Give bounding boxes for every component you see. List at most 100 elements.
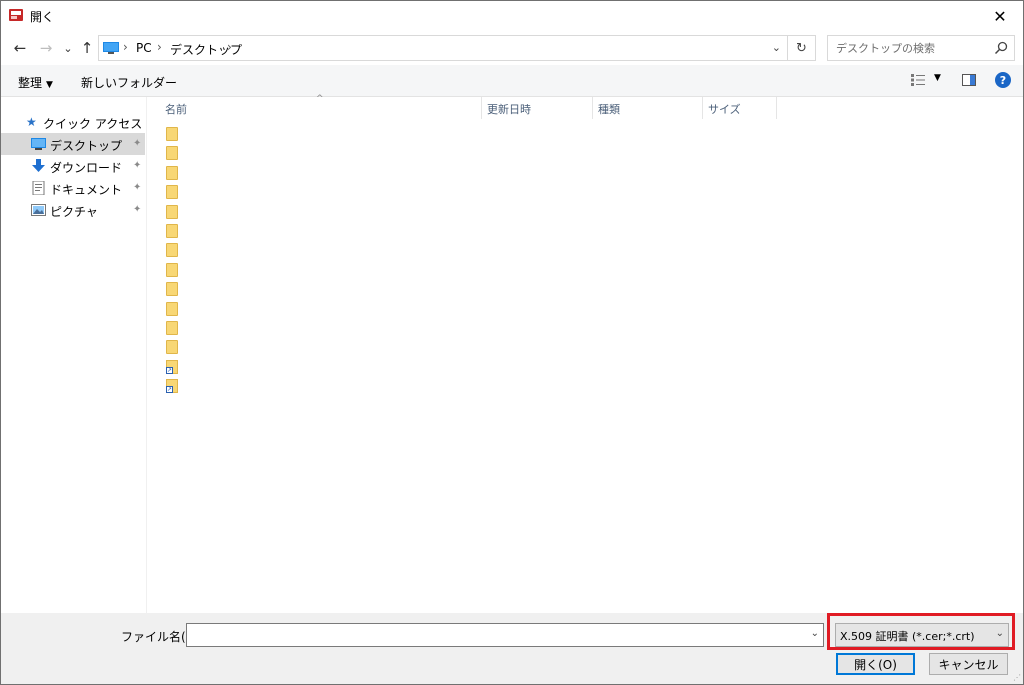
column-header-modified[interactable]: 更新日時 — [487, 97, 592, 119]
organize-menu[interactable]: 整理 ▼ — [18, 74, 53, 91]
arrow-right-icon: → — [39, 39, 53, 57]
list-item[interactable] — [166, 204, 180, 219]
column-header-label: 名前 — [165, 103, 187, 116]
folder-shortcut-icon: ↗ — [166, 379, 178, 394]
desktop-icon — [31, 138, 46, 150]
sidebar-item-quick-access[interactable]: ★ クイック アクセス — [1, 111, 145, 133]
search-icon — [994, 41, 1008, 55]
open-file-dialog: 開く ✕ ← → ⌄ ↑ › PC › デスクトップ › ⌄ ↻ デスクトップの… — [0, 0, 1024, 685]
preview-pane-icon[interactable] — [962, 74, 976, 86]
column-header-label: 種類 — [598, 103, 620, 116]
star-icon: ★ — [26, 115, 37, 129]
sidebar-item-label: クイック アクセス — [43, 117, 143, 131]
list-item[interactable] — [166, 243, 180, 258]
column-divider[interactable] — [776, 97, 777, 119]
column-divider[interactable] — [702, 97, 703, 119]
command-bar: 整理 ▼ 新しいフォルダー ▼ ? — [1, 65, 1023, 97]
column-header-type[interactable]: 種類 — [598, 97, 702, 119]
refresh-icon: ↻ — [796, 40, 807, 56]
back-button[interactable]: ← — [10, 38, 30, 58]
organize-label: 整理 — [18, 76, 43, 90]
up-button[interactable]: ↑ — [77, 38, 97, 58]
folder-icon — [166, 204, 178, 219]
breadcrumb-pc[interactable]: PC — [136, 41, 152, 55]
chevron-down-icon: ⌄ — [63, 41, 73, 55]
folder-icon — [166, 224, 178, 238]
folder-shortcut-icon: ↗ — [166, 359, 178, 374]
navigation-pane: ★ クイック アクセス デスクトップ ✦ ダウンロード ✦ ドキュメント ✦ ピ… — [1, 97, 147, 613]
resize-grip-icon[interactable]: ⋰ — [1013, 673, 1021, 682]
folder-icon — [166, 127, 178, 141]
list-item[interactable] — [166, 301, 180, 316]
document-icon — [32, 181, 45, 195]
highlight-box — [827, 613, 1015, 650]
list-item[interactable]: ↗ — [166, 359, 180, 374]
download-icon — [32, 159, 45, 172]
new-folder-button[interactable]: 新しいフォルダー — [81, 74, 177, 91]
sidebar-item-label: ドキュメント — [50, 183, 123, 197]
list-item[interactable] — [166, 321, 180, 335]
search-box[interactable] — [827, 35, 1015, 61]
address-bar[interactable]: › PC › デスクトップ › ⌄ — [98, 35, 788, 61]
folder-icon — [166, 321, 178, 335]
sidebar-item-desktop[interactable]: デスクトップ ✦ — [1, 133, 145, 155]
breadcrumb-separator: › — [227, 40, 232, 54]
shortcut-arrow-icon: ↗ — [166, 366, 173, 374]
list-item[interactable] — [166, 282, 180, 297]
list-item[interactable] — [166, 127, 180, 141]
sidebar-item-documents[interactable]: ドキュメント ✦ — [1, 177, 145, 199]
column-header-label: 更新日時 — [487, 103, 531, 116]
column-divider[interactable] — [592, 97, 593, 119]
close-button[interactable]: ✕ — [977, 1, 1023, 31]
list-item[interactable]: ↗ — [166, 379, 180, 394]
navigation-row: ← → ⌄ ↑ › PC › デスクトップ › ⌄ ↻ — [1, 31, 1023, 65]
window-title: 開く — [30, 10, 55, 24]
list-item[interactable] — [166, 224, 180, 238]
filename-combobox[interactable]: ⌄ — [186, 623, 824, 647]
dropdown-arrow-icon: ▼ — [46, 80, 53, 90]
column-header-name[interactable]: 名前 — [165, 97, 480, 119]
file-list: ^ 名前 更新日時 種類 サイズ ↗ ↗ — [148, 94, 1023, 613]
filename-input[interactable] — [187, 624, 802, 646]
dialog-footer: ファイル名(N): ⌄ X.509 証明書 (*.cer;*.crt) ⌄ 開く… — [1, 613, 1023, 684]
column-header-label: サイズ — [708, 103, 741, 116]
sidebar-item-downloads[interactable]: ダウンロード ✦ — [1, 155, 145, 177]
refresh-button[interactable]: ↻ — [788, 35, 816, 61]
search-input[interactable] — [828, 36, 988, 60]
view-dropdown-icon[interactable]: ▼ — [934, 73, 941, 83]
list-item[interactable] — [166, 185, 180, 200]
picture-icon — [31, 204, 46, 216]
folder-icon — [166, 165, 178, 180]
pc-icon — [103, 42, 119, 54]
pin-icon[interactable]: ✦ — [133, 204, 141, 215]
open-button[interactable]: 開く(O) — [836, 653, 915, 675]
help-icon[interactable]: ? — [995, 72, 1011, 88]
sidebar-item-pictures[interactable]: ピクチャ ✦ — [1, 199, 145, 221]
breadcrumb-separator: › — [123, 40, 128, 54]
sidebar-item-label: ダウンロード — [50, 161, 123, 175]
folder-icon — [166, 243, 178, 258]
forward-button[interactable]: → — [36, 38, 56, 58]
pin-icon[interactable]: ✦ — [133, 182, 141, 193]
pin-icon[interactable]: ✦ — [133, 160, 141, 171]
list-item[interactable] — [166, 340, 180, 355]
column-header-size[interactable]: サイズ — [708, 97, 776, 119]
arrow-up-icon: ↑ — [80, 39, 94, 57]
breadcrumb-separator: › — [157, 40, 162, 54]
recent-locations-button[interactable]: ⌄ — [58, 38, 78, 58]
list-item[interactable] — [166, 146, 180, 161]
pin-icon[interactable]: ✦ — [133, 138, 141, 149]
sidebar-item-label: デスクトップ — [50, 139, 123, 153]
list-item[interactable] — [166, 262, 180, 277]
list-item[interactable] — [166, 165, 180, 180]
view-options-icon[interactable] — [911, 74, 925, 86]
chevron-down-icon[interactable]: ⌄ — [811, 628, 819, 639]
close-icon: ✕ — [993, 6, 1007, 26]
cancel-button[interactable]: キャンセル — [929, 653, 1008, 675]
folder-icon — [166, 262, 178, 277]
address-dropdown-icon[interactable]: ⌄ — [772, 41, 781, 54]
column-divider[interactable] — [481, 97, 482, 119]
shortcut-arrow-icon: ↗ — [166, 386, 173, 394]
folder-icon — [166, 301, 178, 316]
folder-icon — [166, 185, 178, 200]
